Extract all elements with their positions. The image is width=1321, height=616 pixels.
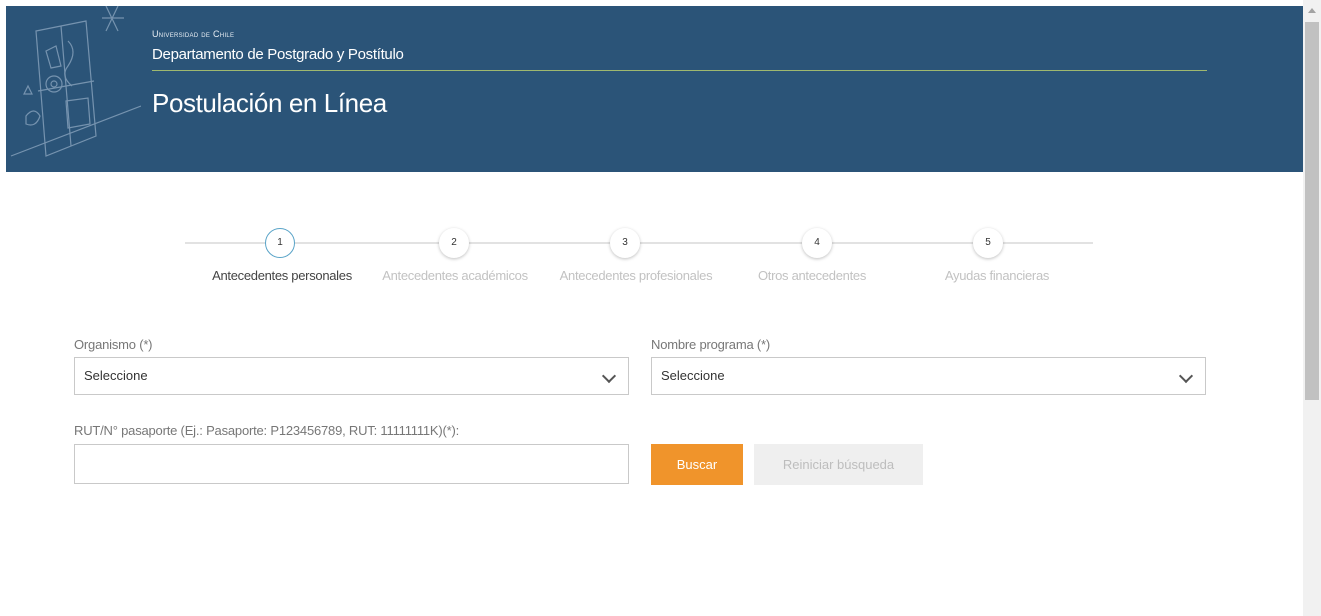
site-header: Universidad de Chile Departamento de Pos… [6,6,1303,172]
programa-select-value: Seleccione [661,368,725,383]
step-4-circle[interactable]: 4 [802,228,832,258]
step-5-label[interactable]: Ayudas financieras [945,268,1050,283]
rut-label: RUT/N° pasaporte (Ej.: Pasaporte: P12345… [74,423,460,438]
step-5-circle[interactable]: 5 [973,228,1003,258]
organismo-select-value: Seleccione [84,368,148,383]
chevron-down-icon [1178,368,1194,384]
step-1-circle[interactable]: 1 [265,228,295,258]
step-3-circle[interactable]: 3 [610,228,640,258]
step-2-label[interactable]: Antecedentes académicos [382,268,528,283]
programa-label: Nombre programa (*) [651,337,771,352]
programa-select[interactable]: Seleccione [651,357,1206,395]
organismo-select[interactable]: Seleccione [74,357,629,395]
vertical-scrollbar[interactable] [1303,0,1321,616]
step-1-label[interactable]: Antecedentes personales [212,268,352,283]
step-3-label[interactable]: Antecedentes profesionales [560,268,713,283]
scroll-up-arrow-icon[interactable] [1308,8,1316,13]
reset-search-button[interactable]: Reiniciar búsqueda [754,444,923,485]
step-2-circle[interactable]: 2 [439,228,469,258]
scrollbar-thumb[interactable] [1305,22,1319,400]
department-name: Departamento de Postgrado y Postítulo [152,46,404,63]
header-divider [152,70,1207,71]
rut-input[interactable] [74,444,629,484]
search-button[interactable]: Buscar [651,444,743,485]
page-title: Postulación en Línea [152,88,387,118]
university-name: Universidad de Chile [152,29,235,39]
organismo-label: Organismo (*) [74,337,153,352]
step-4-label[interactable]: Otros antecedentes [758,268,866,283]
university-crest-icon [10,6,141,157]
chevron-down-icon [601,368,617,384]
